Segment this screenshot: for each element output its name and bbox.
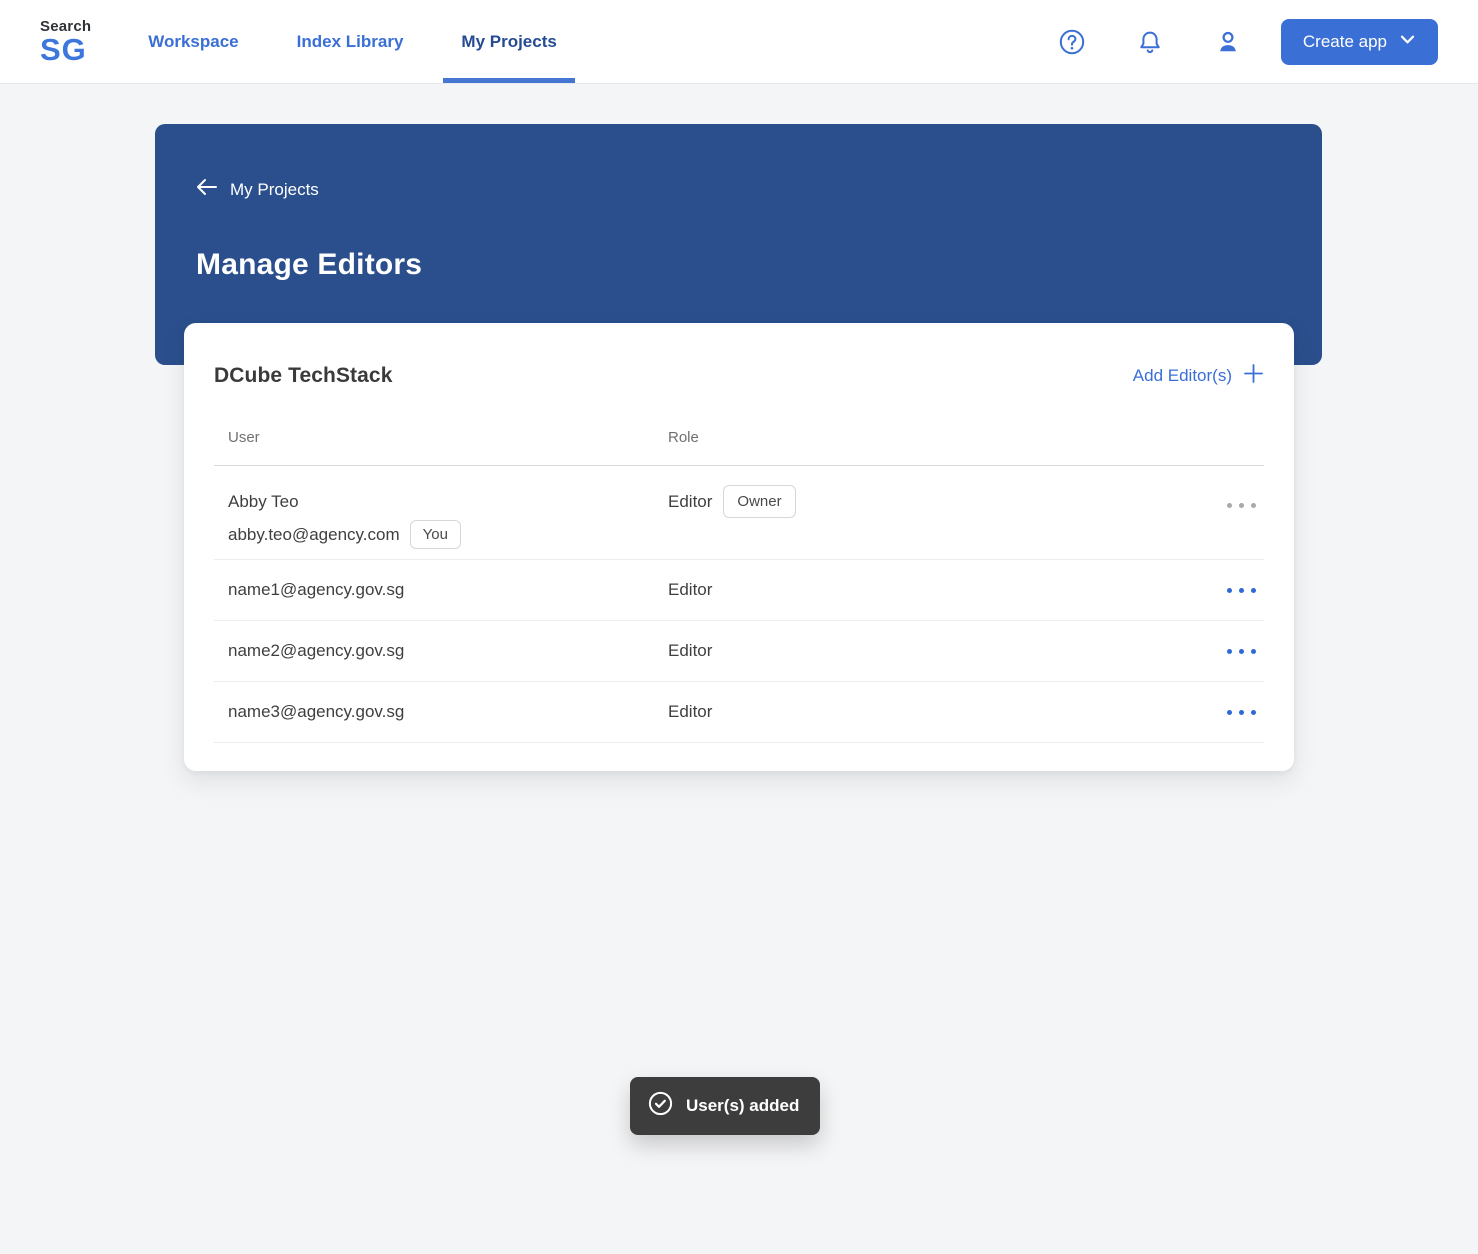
user-email: name3@agency.gov.sg [228,702,405,721]
nav-item-my-projects[interactable]: My Projects [443,0,576,83]
user-email: name2@agency.gov.sg [228,641,405,660]
role-cell: Editor Owner [668,485,1225,518]
role-label: Editor [668,580,713,599]
owner-badge: Owner [723,485,796,518]
table-row: name1@agency.gov.sg Editor [214,560,1264,621]
table-row: name3@agency.gov.sg Editor [214,682,1264,743]
top-navigation-bar: Search SG Workspace Index Library My Pro… [0,0,1478,84]
role-label: Editor [668,641,713,660]
add-editors-label: Add Editor(s) [1132,366,1232,385]
role-cell: Editor [668,580,1225,600]
nav-item-workspace[interactable]: Workspace [148,0,238,83]
column-header-user: User [228,429,260,446]
user-icon [1214,28,1242,56]
add-editors-button[interactable]: Add Editor(s) [1133,363,1264,389]
create-app-button[interactable]: Create app [1280,18,1438,65]
help-icon [1058,28,1086,56]
toast-message: User(s) added [686,1096,800,1115]
row-actions-button[interactable] [1225,704,1258,721]
create-app-label: Create app [1302,31,1387,51]
page-title: Manage Editors [196,248,423,281]
help-button[interactable] [1057,27,1087,57]
back-arrow-icon [196,178,217,201]
card-header: DCube TechStack Add Editor(s) [214,361,1264,391]
role-cell: Editor [668,641,1225,661]
user-cell: name1@agency.gov.sg [228,580,668,600]
nav-item-index-library[interactable]: Index Library [297,0,404,83]
account-button[interactable] [1213,27,1243,57]
logo-text-sg: SG [40,31,87,67]
success-toast: User(s) added [630,1077,821,1135]
topbar-actions: Create app [1009,18,1438,65]
project-title: DCube TechStack [214,364,393,387]
bell-icon [1136,28,1164,56]
you-badge: You [409,520,461,549]
column-header-role: Role [668,429,699,446]
user-cell: Abby Teo abby.teo@agency.com You [228,490,668,549]
manage-editors-card: DCube TechStack Add Editor(s) User Role … [184,323,1294,771]
row-actions-button[interactable] [1225,497,1258,514]
role-label: Editor [668,491,713,511]
user-cell: name3@agency.gov.sg [228,702,668,722]
breadcrumb-label: My Projects [230,179,319,199]
row-actions-button[interactable] [1225,643,1258,660]
primary-nav: Workspace Index Library My Projects [148,0,615,83]
chevron-down-icon [1399,31,1416,53]
user-email: abby.teo@agency.com [228,524,400,544]
check-circle-icon [648,1091,673,1121]
back-to-my-projects-link[interactable]: My Projects [196,178,319,201]
notifications-button[interactable] [1135,27,1165,57]
plus-icon [1243,363,1264,389]
table-row: Abby Teo abby.teo@agency.com You Editor … [214,466,1264,560]
role-label: Editor [668,702,713,721]
table-row: name2@agency.gov.sg Editor [214,621,1264,682]
table-header-row: User Role [214,429,1264,466]
user-cell: name2@agency.gov.sg [228,641,668,661]
user-email: name1@agency.gov.sg [228,580,405,599]
searchsg-logo[interactable]: Search SG [40,19,91,65]
role-cell: Editor [668,702,1225,722]
user-name: Abby Teo [228,492,299,511]
row-actions-button[interactable] [1225,582,1258,599]
